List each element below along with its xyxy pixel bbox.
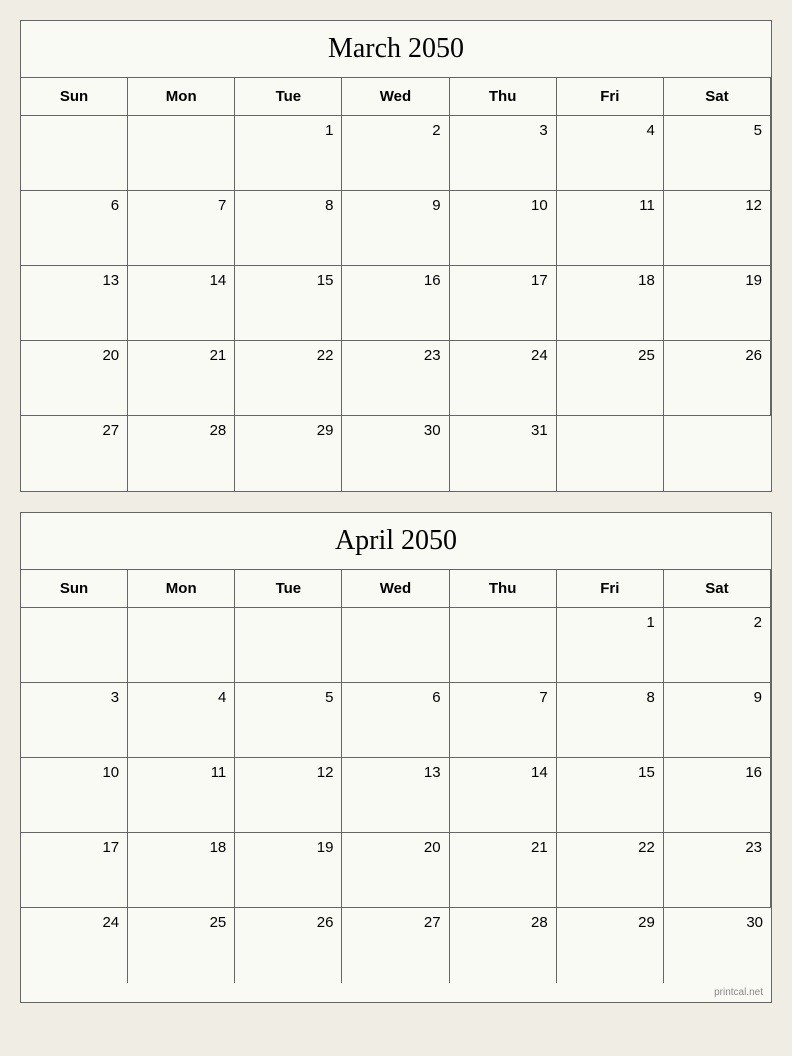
- day-cell: 10: [21, 758, 128, 833]
- day-cell: 10: [450, 191, 557, 266]
- day-cell: 20: [342, 833, 449, 908]
- day-cell: 2: [664, 608, 771, 683]
- day-cell: 9: [342, 191, 449, 266]
- day-cell: 13: [21, 266, 128, 341]
- day-cell: 22: [235, 341, 342, 416]
- day-cell: 30: [664, 908, 771, 983]
- day-cell: 7: [128, 191, 235, 266]
- day-cell: 26: [235, 908, 342, 983]
- day-cell: 21: [128, 341, 235, 416]
- day-header: Sat: [664, 570, 771, 608]
- day-header: Mon: [128, 570, 235, 608]
- day-cell: 11: [128, 758, 235, 833]
- day-cell: 23: [342, 341, 449, 416]
- day-cell: 18: [128, 833, 235, 908]
- day-cell: [664, 416, 771, 491]
- day-cell: 20: [21, 341, 128, 416]
- day-cell: 17: [21, 833, 128, 908]
- day-cell: 13: [342, 758, 449, 833]
- day-cell: 27: [342, 908, 449, 983]
- day-cell: 12: [664, 191, 771, 266]
- day-cell: 16: [664, 758, 771, 833]
- day-cell: 22: [557, 833, 664, 908]
- day-cell: 21: [450, 833, 557, 908]
- day-header: Mon: [128, 78, 235, 116]
- day-header: Fri: [557, 570, 664, 608]
- day-cell: 16: [342, 266, 449, 341]
- day-header: Wed: [342, 78, 449, 116]
- footer: printcal.net: [21, 983, 771, 1002]
- day-cell: [128, 608, 235, 683]
- day-cell: 15: [557, 758, 664, 833]
- april-calendar: April 2050 SunMonTueWedThuFriSat12345678…: [20, 512, 772, 1003]
- day-cell: 19: [664, 266, 771, 341]
- day-cell: [342, 608, 449, 683]
- day-cell: 3: [450, 116, 557, 191]
- day-cell: 1: [557, 608, 664, 683]
- day-cell: 25: [128, 908, 235, 983]
- day-header: Wed: [342, 570, 449, 608]
- day-cell: 24: [450, 341, 557, 416]
- day-cell: 6: [21, 191, 128, 266]
- day-header: Tue: [235, 570, 342, 608]
- day-cell: 3: [21, 683, 128, 758]
- march-calendar: March 2050 SunMonTueWedThuFriSat12345678…: [20, 20, 772, 492]
- day-cell: 26: [664, 341, 771, 416]
- day-cell: 6: [342, 683, 449, 758]
- day-cell: [21, 608, 128, 683]
- day-cell: 23: [664, 833, 771, 908]
- day-cell: [557, 416, 664, 491]
- day-cell: 25: [557, 341, 664, 416]
- day-header: Tue: [235, 78, 342, 116]
- day-cell: 4: [128, 683, 235, 758]
- calendar-container: March 2050 SunMonTueWedThuFriSat12345678…: [20, 20, 772, 1003]
- day-header: Sun: [21, 78, 128, 116]
- day-cell: 5: [235, 683, 342, 758]
- day-cell: 8: [557, 683, 664, 758]
- day-cell: 4: [557, 116, 664, 191]
- day-cell: 29: [235, 416, 342, 491]
- day-cell: 17: [450, 266, 557, 341]
- day-cell: 15: [235, 266, 342, 341]
- day-cell: 24: [21, 908, 128, 983]
- day-cell: [450, 608, 557, 683]
- day-cell: [21, 116, 128, 191]
- day-cell: 8: [235, 191, 342, 266]
- day-cell: 14: [128, 266, 235, 341]
- day-cell: 5: [664, 116, 771, 191]
- day-cell: 18: [557, 266, 664, 341]
- day-header: Fri: [557, 78, 664, 116]
- day-cell: 28: [450, 908, 557, 983]
- day-cell: 1: [235, 116, 342, 191]
- day-cell: 27: [21, 416, 128, 491]
- march-title: March 2050: [21, 21, 771, 78]
- day-cell: 31: [450, 416, 557, 491]
- day-cell: 30: [342, 416, 449, 491]
- day-header: Sat: [664, 78, 771, 116]
- day-cell: 2: [342, 116, 449, 191]
- day-cell: 29: [557, 908, 664, 983]
- day-cell: 14: [450, 758, 557, 833]
- day-cell: 28: [128, 416, 235, 491]
- day-cell: 7: [450, 683, 557, 758]
- day-cell: [128, 116, 235, 191]
- day-header: Sun: [21, 570, 128, 608]
- day-cell: [235, 608, 342, 683]
- day-header: Thu: [450, 78, 557, 116]
- april-grid: SunMonTueWedThuFriSat1234567891011121314…: [21, 570, 771, 983]
- day-cell: 11: [557, 191, 664, 266]
- april-title: April 2050: [21, 513, 771, 570]
- day-cell: 19: [235, 833, 342, 908]
- day-cell: 9: [664, 683, 771, 758]
- day-header: Thu: [450, 570, 557, 608]
- day-cell: 12: [235, 758, 342, 833]
- march-grid: SunMonTueWedThuFriSat1234567891011121314…: [21, 78, 771, 491]
